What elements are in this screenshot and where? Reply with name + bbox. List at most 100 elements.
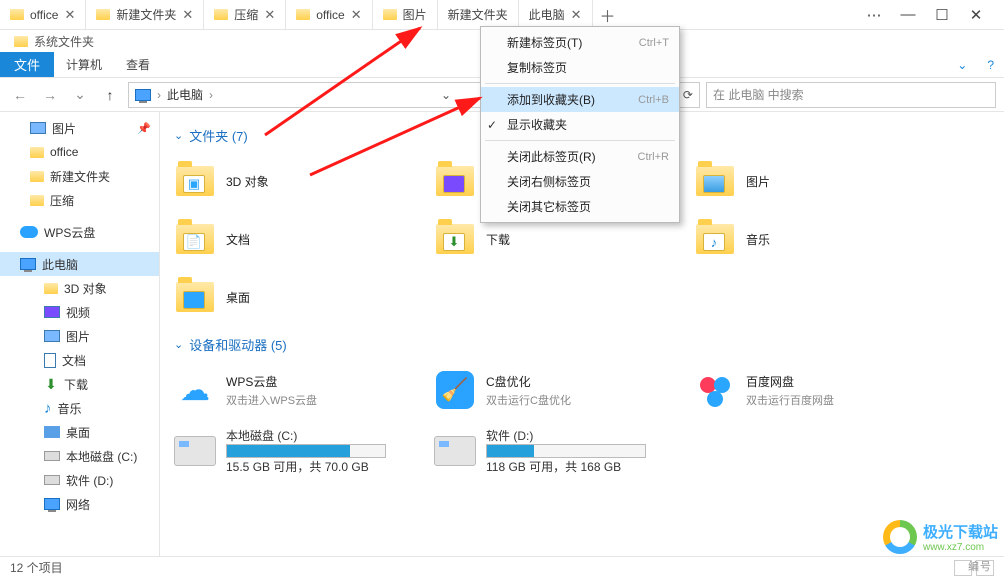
drive-item[interactable]: 本地磁盘 (C:)15.5 GB 可用，共 70.0 GB [174, 422, 424, 480]
tab[interactable]: 图片 [373, 0, 438, 30]
recent-button[interactable]: ⌄ [68, 83, 92, 107]
folder-item[interactable]: ♪音乐 [694, 213, 944, 265]
chevron-right-icon: › [157, 88, 161, 102]
sidebar-item[interactable]: 本地磁盘 (C:) [0, 444, 159, 468]
ctx-close-this[interactable]: 关闭此标签页(R)Ctrl+R [481, 144, 679, 169]
drive-icon [44, 451, 60, 461]
close-icon[interactable]: ✕ [351, 7, 362, 23]
maximize-icon[interactable]: ☐ [932, 6, 952, 24]
breadcrumb-label: 系统文件夹 [34, 33, 94, 50]
sidebar-item[interactable]: 软件 (D:) [0, 468, 159, 492]
chevron-right-icon: › [209, 88, 213, 102]
folder-item[interactable]: ▣3D 对象 [174, 155, 424, 207]
folder-item[interactable]: 图片 [694, 155, 944, 207]
tab[interactable]: 压缩✕ [204, 0, 286, 30]
more-icon[interactable]: ⋯ [864, 6, 884, 24]
minimize-icon[interactable]: — [898, 6, 918, 24]
ctx-show-favorites[interactable]: ✓显示收藏夹 [481, 112, 679, 137]
drive-usage-bar [486, 444, 646, 458]
documents-icon [44, 353, 56, 368]
pin-icon: 📌 [137, 122, 151, 135]
sidebar-item[interactable]: office [0, 140, 159, 164]
tab-context-menu: 新建标签页(T)Ctrl+T 复制标签页 添加到收藏夹(B)Ctrl+B ✓显示… [480, 26, 680, 223]
search-placeholder: 在 此电脑 中搜索 [713, 86, 804, 103]
downloads-icon: ⬇ [44, 377, 58, 391]
ctx-new-tab[interactable]: 新建标签页(T)Ctrl+T [481, 30, 679, 55]
device-item[interactable]: ☁WPS云盘双击进入WPS云盘 [174, 364, 424, 416]
ctx-add-favorite[interactable]: 添加到收藏夹(B)Ctrl+B [481, 87, 679, 112]
sidebar-item-wps[interactable]: WPS云盘 [0, 220, 159, 244]
expand-ribbon-icon[interactable]: ⌄ [947, 52, 977, 77]
sidebar-item[interactable]: 图片📌 [0, 116, 159, 140]
tab-label: 图片 [403, 6, 427, 23]
network-icon [44, 498, 60, 510]
drive-icon [174, 436, 216, 466]
sidebar-item[interactable]: 桌面 [0, 420, 159, 444]
ctx-duplicate-tab[interactable]: 复制标签页 [481, 55, 679, 80]
drive-icon [434, 436, 476, 466]
folder-icon [30, 195, 44, 206]
sidebar-item[interactable]: 压缩 [0, 188, 159, 212]
video-icon [44, 306, 60, 318]
tab[interactable]: office✕ [0, 0, 86, 30]
folder-item[interactable]: 📄文档 [174, 213, 424, 265]
folder-icon [10, 9, 24, 20]
tab[interactable]: 新建文件夹✕ [86, 0, 204, 30]
separator [485, 83, 675, 84]
up-button[interactable]: ↑ [98, 83, 122, 107]
tab-strip: office✕ 新建文件夹✕ 压缩✕ office✕ 图片 新建文件夹 此电脑✕… [0, 0, 846, 30]
sidebar-item[interactable]: 视频 [0, 300, 159, 324]
separator [485, 140, 675, 141]
sidebar-item[interactable]: 文档 [0, 348, 159, 372]
close-icon[interactable]: ✕ [571, 7, 582, 23]
thispc-icon [135, 89, 151, 101]
sidebar-item-thispc[interactable]: 此电脑 [0, 252, 159, 276]
tab[interactable]: office✕ [286, 0, 372, 30]
ctx-close-right[interactable]: 关闭右侧标签页 [481, 169, 679, 194]
status-bar: 12 个项目 [0, 556, 1004, 578]
ctx-close-others[interactable]: 关闭其它标签页 [481, 194, 679, 219]
search-input[interactable]: 在 此电脑 中搜索 [706, 82, 996, 108]
refresh-icon[interactable]: ⟳ [683, 88, 693, 102]
close-icon[interactable]: ✕ [64, 7, 75, 23]
folder-icon [14, 36, 28, 47]
back-button[interactable]: ← [8, 83, 32, 107]
folder-icon [296, 9, 310, 20]
dropdown-icon[interactable]: ⌄ [441, 88, 451, 102]
folder-icon [30, 147, 44, 158]
3d-icon [44, 283, 58, 294]
sidebar-item[interactable]: 网络 [0, 492, 159, 516]
close-icon[interactable]: ✕ [182, 7, 193, 23]
drive-icon [44, 475, 60, 485]
folder-icon [30, 171, 44, 182]
watermark-stamp: 编号 [968, 558, 992, 574]
menu-view[interactable]: 查看 [114, 52, 162, 77]
check-icon: ✓ [487, 118, 497, 132]
watermark: 极光下载站www.xz7.com [883, 520, 998, 554]
folder-item[interactable]: 桌面 [174, 271, 424, 323]
menu-file[interactable]: 文件 [0, 52, 54, 77]
status-count: 12 个项目 [10, 559, 63, 576]
forward-button[interactable]: → [38, 83, 62, 107]
help-icon[interactable]: ? [977, 52, 1004, 77]
sidebar-item[interactable]: 3D 对象 [0, 276, 159, 300]
device-item[interactable]: 🧹C盘优化双击运行C盘优化 [434, 364, 684, 416]
device-item[interactable]: 百度网盘双击运行百度网盘 [694, 364, 944, 416]
section-devices[interactable]: ⌄设备和驱动器 (5) [174, 335, 990, 354]
sidebar-item[interactable]: ♪音乐 [0, 396, 159, 420]
sidebar-item[interactable]: 新建文件夹 [0, 164, 159, 188]
sidebar-item[interactable]: 图片 [0, 324, 159, 348]
address-text: 此电脑 [167, 86, 203, 103]
close-icon[interactable]: ✕ [264, 7, 275, 23]
close-window-icon[interactable]: ✕ [966, 6, 986, 24]
window-controls: ⋯ — ☐ ✕ [846, 6, 1004, 24]
folder-icon [214, 9, 228, 20]
sidebar: 图片📌 office 新建文件夹 压缩 WPS云盘 此电脑 3D 对象 视频 图… [0, 112, 160, 556]
sidebar-item[interactable]: ⬇下载 [0, 372, 159, 396]
drive-item[interactable]: 软件 (D:)118 GB 可用，共 168 GB [434, 422, 684, 480]
menu-computer[interactable]: 计算机 [54, 52, 114, 77]
cloud-icon [20, 226, 38, 238]
music-icon: ♪ [44, 400, 52, 417]
drive-usage-bar [226, 444, 386, 458]
pictures-icon [44, 330, 60, 342]
